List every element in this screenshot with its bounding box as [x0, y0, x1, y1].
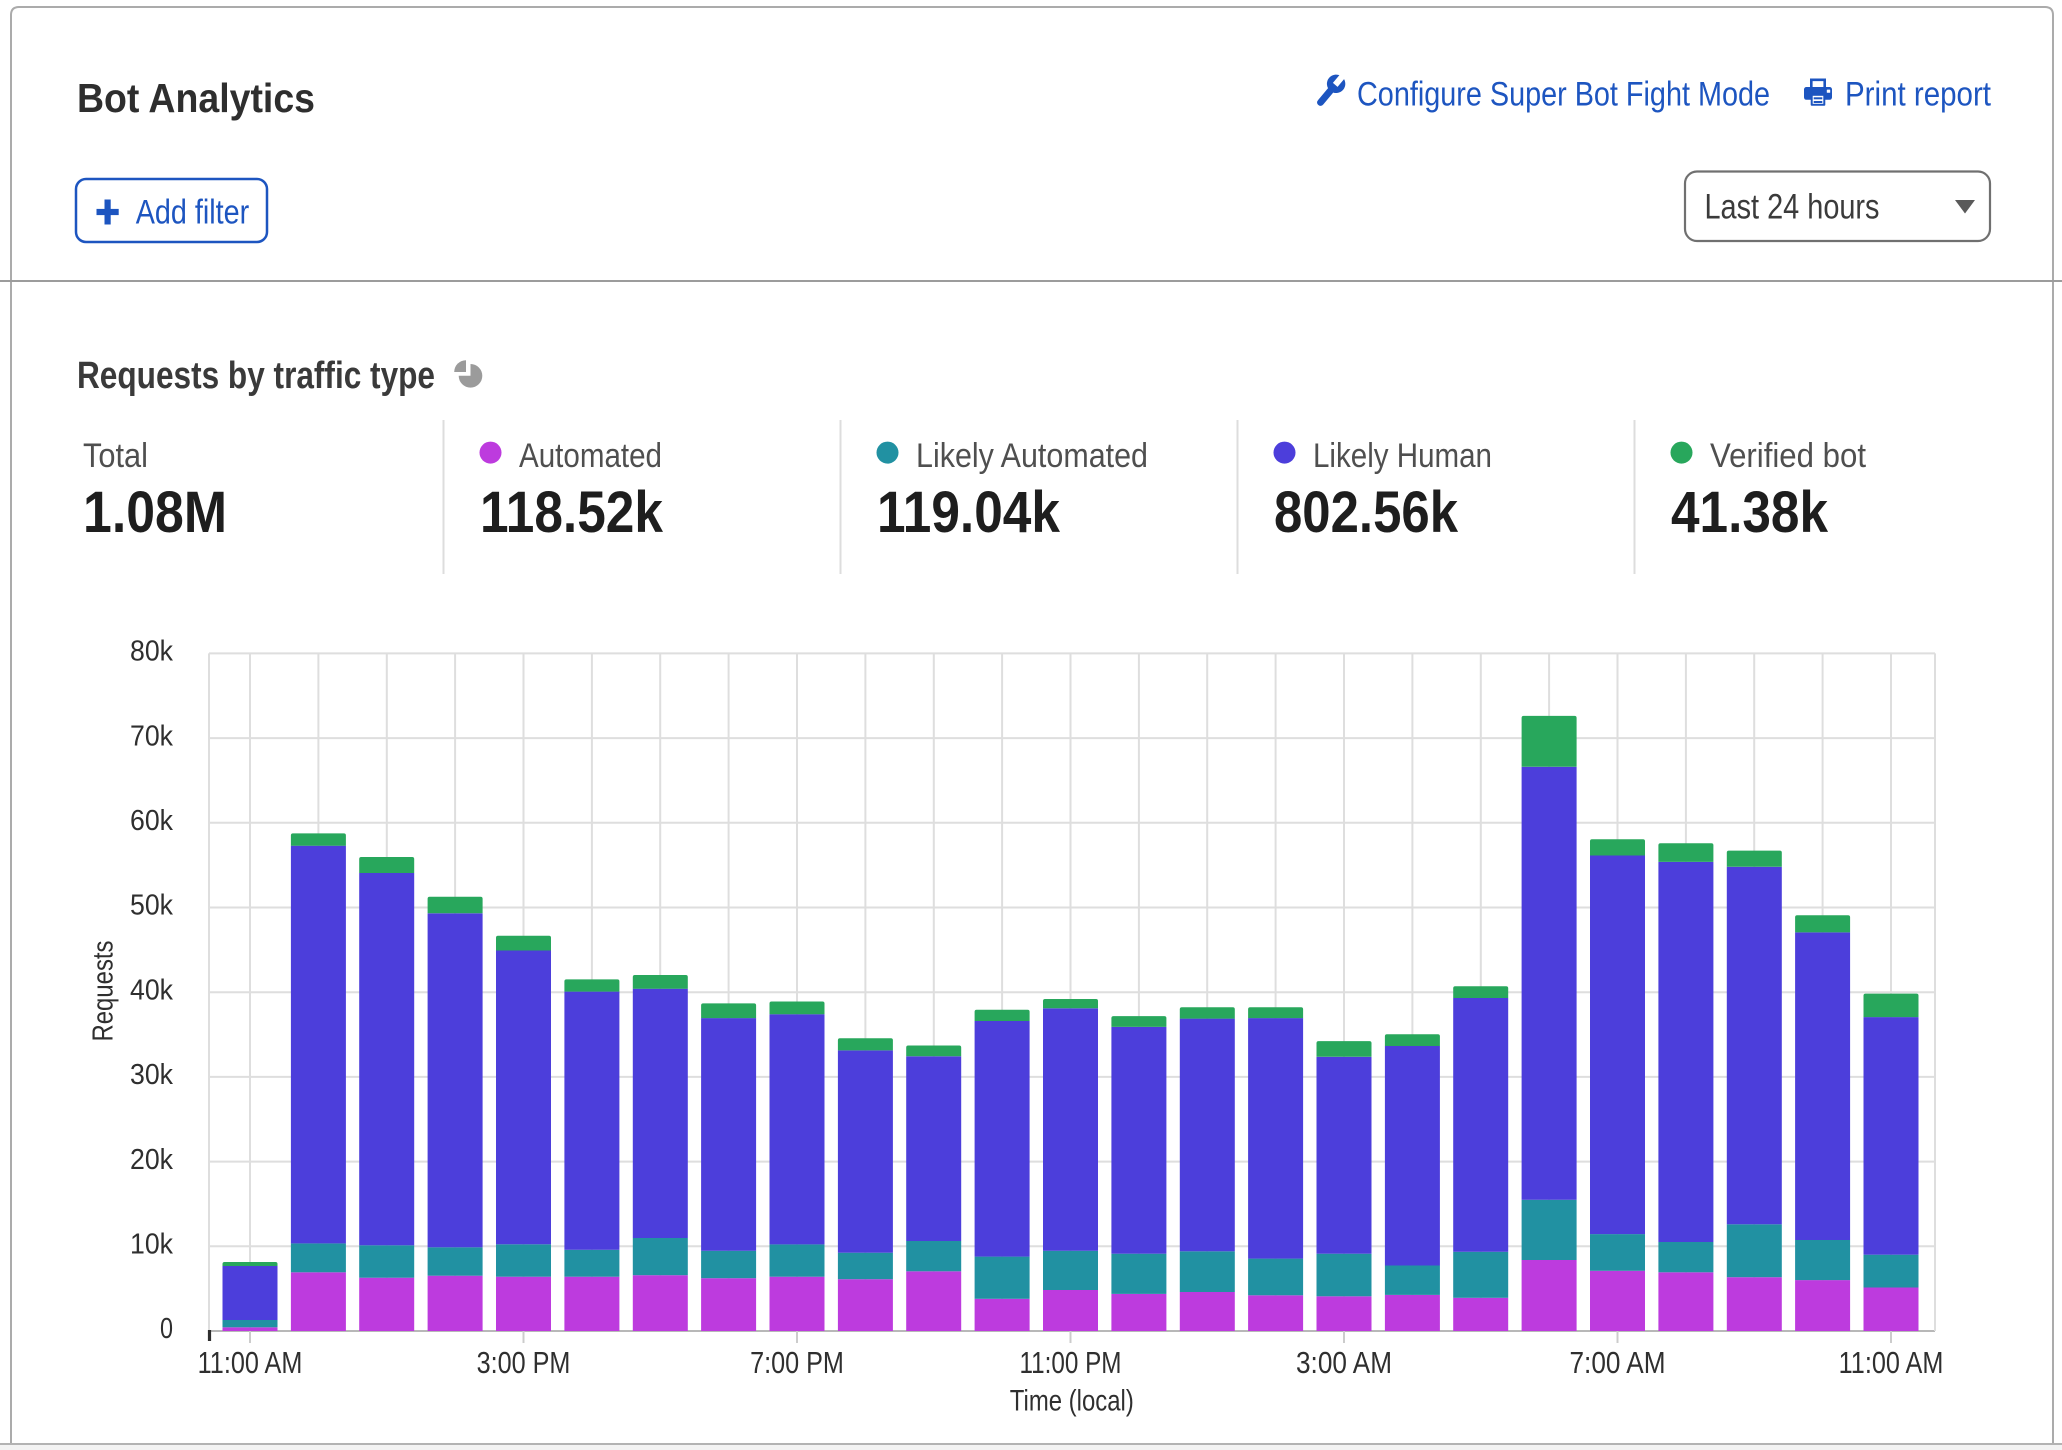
svg-text:10k: 10k — [130, 1229, 173, 1261]
svg-text:Configure Super Bot Fight Mode: Configure Super Bot Fight Mode — [1357, 76, 1770, 114]
svg-text:Verified bot: Verified bot — [1710, 437, 1866, 475]
svg-text:Likely Automated: Likely Automated — [916, 437, 1148, 475]
svg-text:Total: Total — [83, 437, 148, 475]
svg-text:7:00 PM: 7:00 PM — [750, 1345, 844, 1380]
svg-text:20k: 20k — [130, 1144, 173, 1176]
svg-text:7:00 AM: 7:00 AM — [1570, 1345, 1666, 1380]
svg-text:3:00 PM: 3:00 PM — [477, 1345, 571, 1380]
svg-text:Print report: Print report — [1845, 76, 1991, 114]
svg-text:3:00 AM: 3:00 AM — [1296, 1345, 1392, 1380]
svg-text:118.52k: 118.52k — [480, 480, 664, 545]
svg-text:1.08M: 1.08M — [83, 480, 227, 545]
svg-text:11:00 AM: 11:00 AM — [198, 1345, 303, 1380]
svg-text:Last 24 hours: Last 24 hours — [1705, 188, 1880, 227]
svg-text:119.04k: 119.04k — [877, 480, 1061, 545]
svg-text:Add filter: Add filter — [136, 194, 250, 232]
svg-text:11:00 PM: 11:00 PM — [1020, 1345, 1122, 1380]
svg-text:80k: 80k — [130, 636, 173, 668]
svg-text:802.56k: 802.56k — [1274, 480, 1459, 545]
svg-text:Likely Human: Likely Human — [1313, 437, 1492, 475]
svg-text:60k: 60k — [130, 805, 173, 837]
svg-text:11:00 AM: 11:00 AM — [1839, 1345, 1944, 1380]
svg-text:Time (local): Time (local) — [1010, 1385, 1134, 1418]
svg-text:50k: 50k — [130, 890, 173, 922]
svg-text:Requests: Requests — [88, 941, 120, 1042]
svg-text:Bot Analytics: Bot Analytics — [77, 75, 315, 121]
svg-text:0: 0 — [160, 1313, 173, 1345]
svg-text:Automated: Automated — [519, 437, 662, 475]
svg-text:Requests by traffic type: Requests by traffic type — [77, 355, 435, 397]
svg-text:41.38k: 41.38k — [1671, 480, 1829, 545]
svg-text:70k: 70k — [130, 720, 173, 752]
svg-text:30k: 30k — [130, 1059, 173, 1091]
svg-text:40k: 40k — [130, 974, 173, 1006]
